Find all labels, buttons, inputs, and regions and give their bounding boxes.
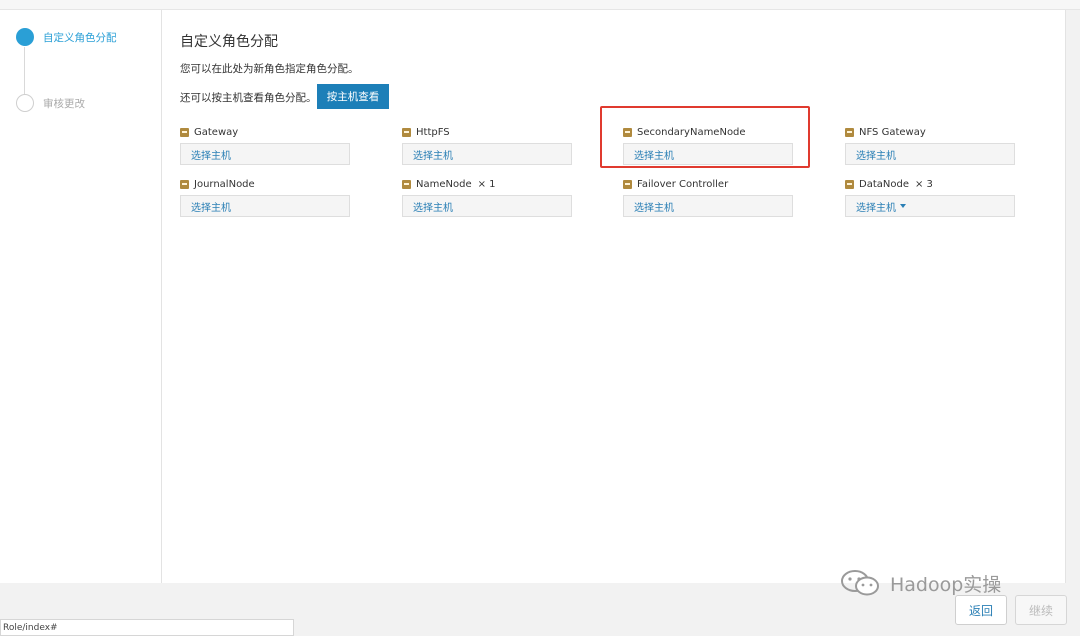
- role-name: NFS Gateway: [859, 126, 926, 138]
- top-bar: [0, 0, 1080, 10]
- wechat-icon: [841, 570, 879, 596]
- role-name: JournalNode: [194, 178, 255, 190]
- host-selector[interactable]: 选择主机: [845, 143, 1015, 165]
- wizard-container: 自定义角色分配 审核更改 自定义角色分配 您可以在此处为新角色指定角色分配。 还…: [0, 10, 1066, 583]
- role-type-icon: [402, 179, 411, 189]
- host-selector[interactable]: 选择主机: [623, 195, 793, 217]
- page-title: 自定义角色分配: [180, 34, 278, 50]
- role-type-icon: [402, 127, 411, 137]
- host-dropdown-label: 选择主机: [856, 202, 896, 214]
- step-custom-role-assignment[interactable]: 自定义角色分配: [16, 28, 117, 46]
- role-name: HttpFS: [416, 126, 450, 138]
- role-journalnode: JournalNode 选择主机: [180, 177, 350, 217]
- role-count: × 1: [477, 178, 496, 190]
- role-gateway: Gateway 选择主机: [180, 125, 350, 165]
- step-label: 自定义角色分配: [43, 31, 117, 44]
- step-label: 审核更改: [43, 97, 85, 110]
- host-dropdown[interactable]: 选择主机: [845, 195, 1015, 217]
- description-text: 您可以在此处为新角色指定角色分配。: [180, 63, 359, 75]
- role-name: NameNode: [416, 178, 472, 190]
- highlight-annotation-box: [600, 106, 810, 168]
- step-review-changes[interactable]: 审核更改: [16, 94, 85, 112]
- role-name: Failover Controller: [637, 178, 729, 190]
- view-by-host-button[interactable]: 按主机查看: [317, 84, 389, 109]
- role-name: DataNode: [859, 178, 909, 190]
- caret-down-icon: [900, 204, 906, 208]
- role-type-icon: [180, 179, 189, 189]
- description-text-host: 还可以按主机查看角色分配。: [180, 92, 317, 104]
- footer: Hadoop实操 返回 继续 Role/index#: [0, 570, 1080, 636]
- main-content: 自定义角色分配 您可以在此处为新角色指定角色分配。 还可以按主机查看角色分配。 …: [162, 10, 1066, 583]
- role-datanode: DataNode × 3 选择主机: [845, 177, 1015, 217]
- role-nfs-gateway: NFS Gateway 选择主机: [845, 125, 1015, 165]
- role-type-icon: [180, 127, 189, 137]
- continue-button[interactable]: 继续: [1015, 595, 1067, 625]
- wizard-steps-sidebar: 自定义角色分配 审核更改: [0, 10, 162, 583]
- watermark-text: Hadoop实操: [890, 573, 1002, 596]
- role-name: Gateway: [194, 126, 239, 138]
- role-httpfs: HttpFS 选择主机: [402, 125, 572, 165]
- role-count: × 3: [914, 178, 933, 190]
- host-selector[interactable]: 选择主机: [402, 143, 572, 165]
- status-bar-url: Role/index#: [0, 619, 294, 636]
- step-active-dot-icon: [16, 28, 34, 46]
- role-namenode: NameNode × 1 选择主机: [402, 177, 572, 217]
- role-failover-controller: Failover Controller 选择主机: [623, 177, 793, 217]
- role-type-icon: [623, 179, 632, 189]
- role-type-icon: [845, 179, 854, 189]
- host-selector[interactable]: 选择主机: [402, 195, 572, 217]
- step-connector: [24, 47, 25, 95]
- role-type-icon: [845, 127, 854, 137]
- back-button[interactable]: 返回: [955, 595, 1007, 625]
- host-selector[interactable]: 选择主机: [180, 143, 350, 165]
- watermark: Hadoop实操: [838, 569, 1001, 597]
- host-selector[interactable]: 选择主机: [180, 195, 350, 217]
- step-inactive-dot-icon: [16, 94, 34, 112]
